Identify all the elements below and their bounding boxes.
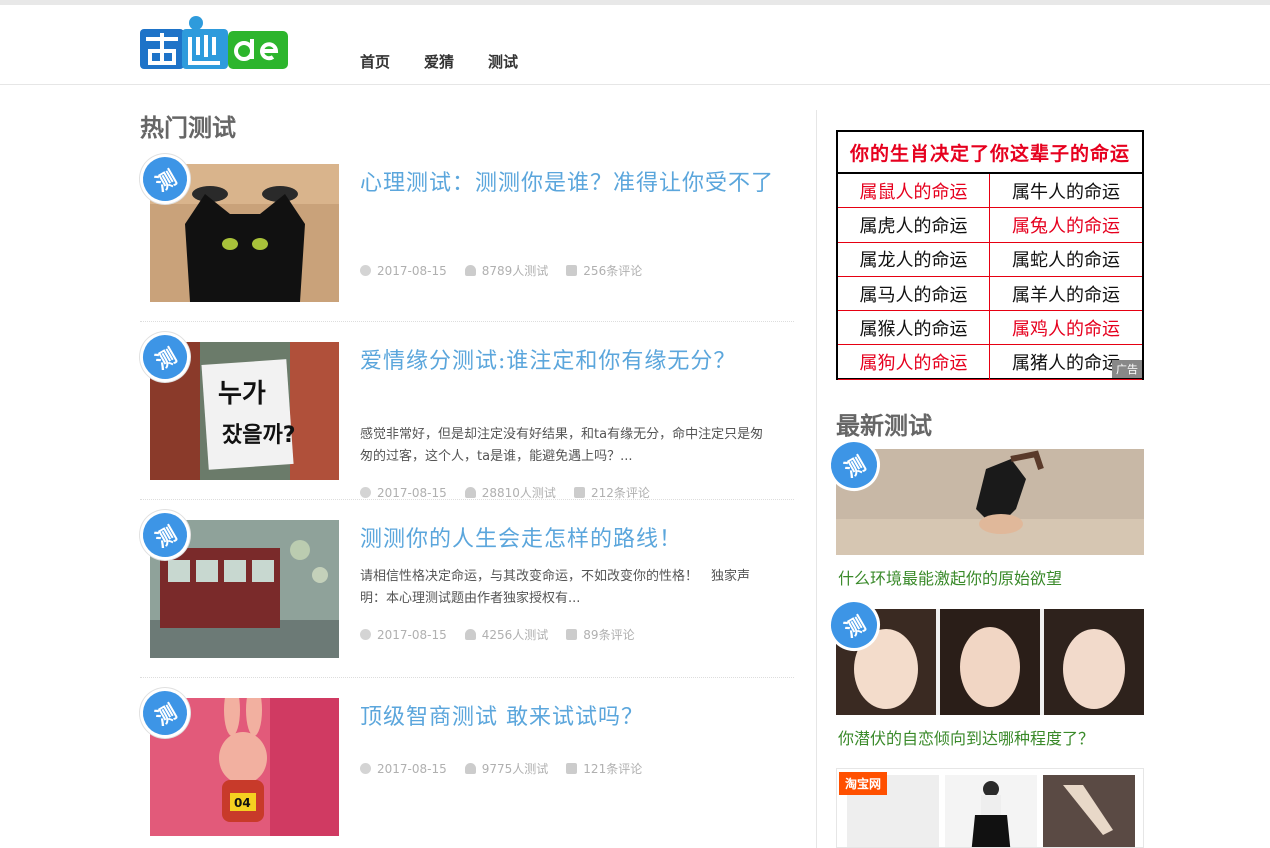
post-comments[interactable]: 121条评论 xyxy=(583,760,642,777)
user-icon xyxy=(464,763,476,774)
zodiac-cell[interactable]: 属鼠人的命运 xyxy=(838,174,990,209)
site-header: 首页 爱猜 测试 xyxy=(0,5,1270,85)
latest-thumbnail[interactable] xyxy=(836,449,1144,555)
post-date: 2017-08-15 xyxy=(377,761,447,776)
post-title[interactable]: 测测你的人生会走怎样的路线！ xyxy=(360,522,780,558)
post-comments[interactable]: 256条评论 xyxy=(583,262,642,279)
zodiac-grid: 属鼠人的命运 属牛人的命运 属虎人的命运 属兔人的命运 属龙人的命运 属蛇人的命运 属马人的… xyxy=(838,174,1142,380)
main-nav: 首页 爱猜 测试 xyxy=(360,51,518,72)
user-icon xyxy=(464,629,476,640)
post-views: 9775人测试 xyxy=(481,762,549,776)
zodiac-cell[interactable]: 属龙人的命运 xyxy=(838,242,990,277)
post-comments[interactable]: 89条评论 xyxy=(583,626,634,643)
post-separator xyxy=(140,499,794,500)
nav-home[interactable]: 首页 xyxy=(360,51,390,72)
svg-text:누가: 누가 xyxy=(218,379,266,409)
nav-test[interactable]: 测试 xyxy=(488,51,518,72)
post-meta: 2017-08-15 8789人测试 256条评论 xyxy=(360,262,642,279)
comment-icon xyxy=(566,763,578,774)
post-excerpt: 感觉非常好，但是却注定没有好结果，和ta有缘无分，命中注定只是匆匆的过客，这个人… xyxy=(360,427,764,464)
latest-thumbnail[interactable] xyxy=(836,609,1144,715)
post-separator xyxy=(140,677,794,678)
zodiac-cell[interactable]: 属羊人的命运 xyxy=(990,277,1142,312)
post-title[interactable]: 顶级智商测试 敢来试试吗？ xyxy=(360,700,780,736)
post-date: 2017-08-15 xyxy=(377,485,447,500)
zodiac-cell[interactable]: 属虎人的命运 xyxy=(838,208,990,243)
clock-icon xyxy=(360,763,371,774)
user-icon xyxy=(464,487,476,498)
column-divider xyxy=(816,110,817,848)
comment-icon xyxy=(566,629,578,640)
zodiac-cell[interactable]: 属鸡人的命运 xyxy=(990,311,1142,346)
post-meta: 2017-08-15 9775人测试 121条评论 xyxy=(360,760,642,777)
section-title-hot-tests: 热门测试 xyxy=(140,114,236,142)
comment-icon xyxy=(566,265,578,276)
post-separator xyxy=(140,321,794,322)
user-icon xyxy=(464,265,476,276)
latest-caption[interactable]: 什么环境最能激起你的原始欲望 xyxy=(838,565,1062,589)
zodiac-cell[interactable]: 属兔人的命运 xyxy=(990,208,1142,243)
post-excerpt: 请相信性格决定命运，与其改变命运，不如改变你的性格！ 独家声明：本心理测试题由作… xyxy=(360,569,751,606)
site-logo[interactable] xyxy=(140,15,290,75)
post-date: 2017-08-15 xyxy=(377,263,447,278)
post-views: 4256人测试 xyxy=(481,628,549,642)
clock-icon xyxy=(360,629,371,640)
zodiac-cell[interactable]: 属猴人的命运 xyxy=(838,311,990,346)
zodiac-cell[interactable]: 属蛇人的命运 xyxy=(990,243,1142,277)
zodiac-cell[interactable]: 属牛人的命运 xyxy=(990,174,1142,209)
zodiac-ad-title: 你的生肖决定了你这辈子的命运 xyxy=(838,132,1142,174)
latest-caption[interactable]: 你潜伏的自恋倾向到达哪种程度了？ xyxy=(838,725,1094,749)
post-meta: 2017-08-15 4256人测试 89条评论 xyxy=(360,626,635,643)
nav-guess[interactable]: 爱猜 xyxy=(424,51,454,72)
post-views: 8789人测试 xyxy=(481,264,549,278)
taobao-label: 淘宝网 xyxy=(839,772,888,795)
zodiac-cell[interactable]: 属马人的命运 xyxy=(838,276,990,312)
svg-text:04: 04 xyxy=(234,796,251,810)
section-title-latest-tests: 最新测试 xyxy=(836,412,932,440)
post-title[interactable]: 爱情缘分测试:谁注定和你有缘无分？ xyxy=(360,344,740,380)
taobao-ad[interactable]: 淘宝网 xyxy=(836,768,1144,848)
clock-icon xyxy=(360,265,371,276)
zodiac-ad[interactable]: 你的生肖决定了你这辈子的命运 属鼠人的命运 属牛人的命运 属虎人的命运 属兔人的命运属… xyxy=(836,130,1144,380)
ad-label: 广告 xyxy=(1112,360,1142,378)
zodiac-cell[interactable]: 属狗人的命运 xyxy=(838,345,990,380)
post-title[interactable]: 心理测试：测测你是谁？准得让你受不了 xyxy=(360,166,780,202)
svg-text:잤을까?: 잤을까? xyxy=(222,423,295,448)
comment-icon xyxy=(573,487,585,498)
post-date: 2017-08-15 xyxy=(377,627,447,642)
clock-icon xyxy=(360,487,371,498)
